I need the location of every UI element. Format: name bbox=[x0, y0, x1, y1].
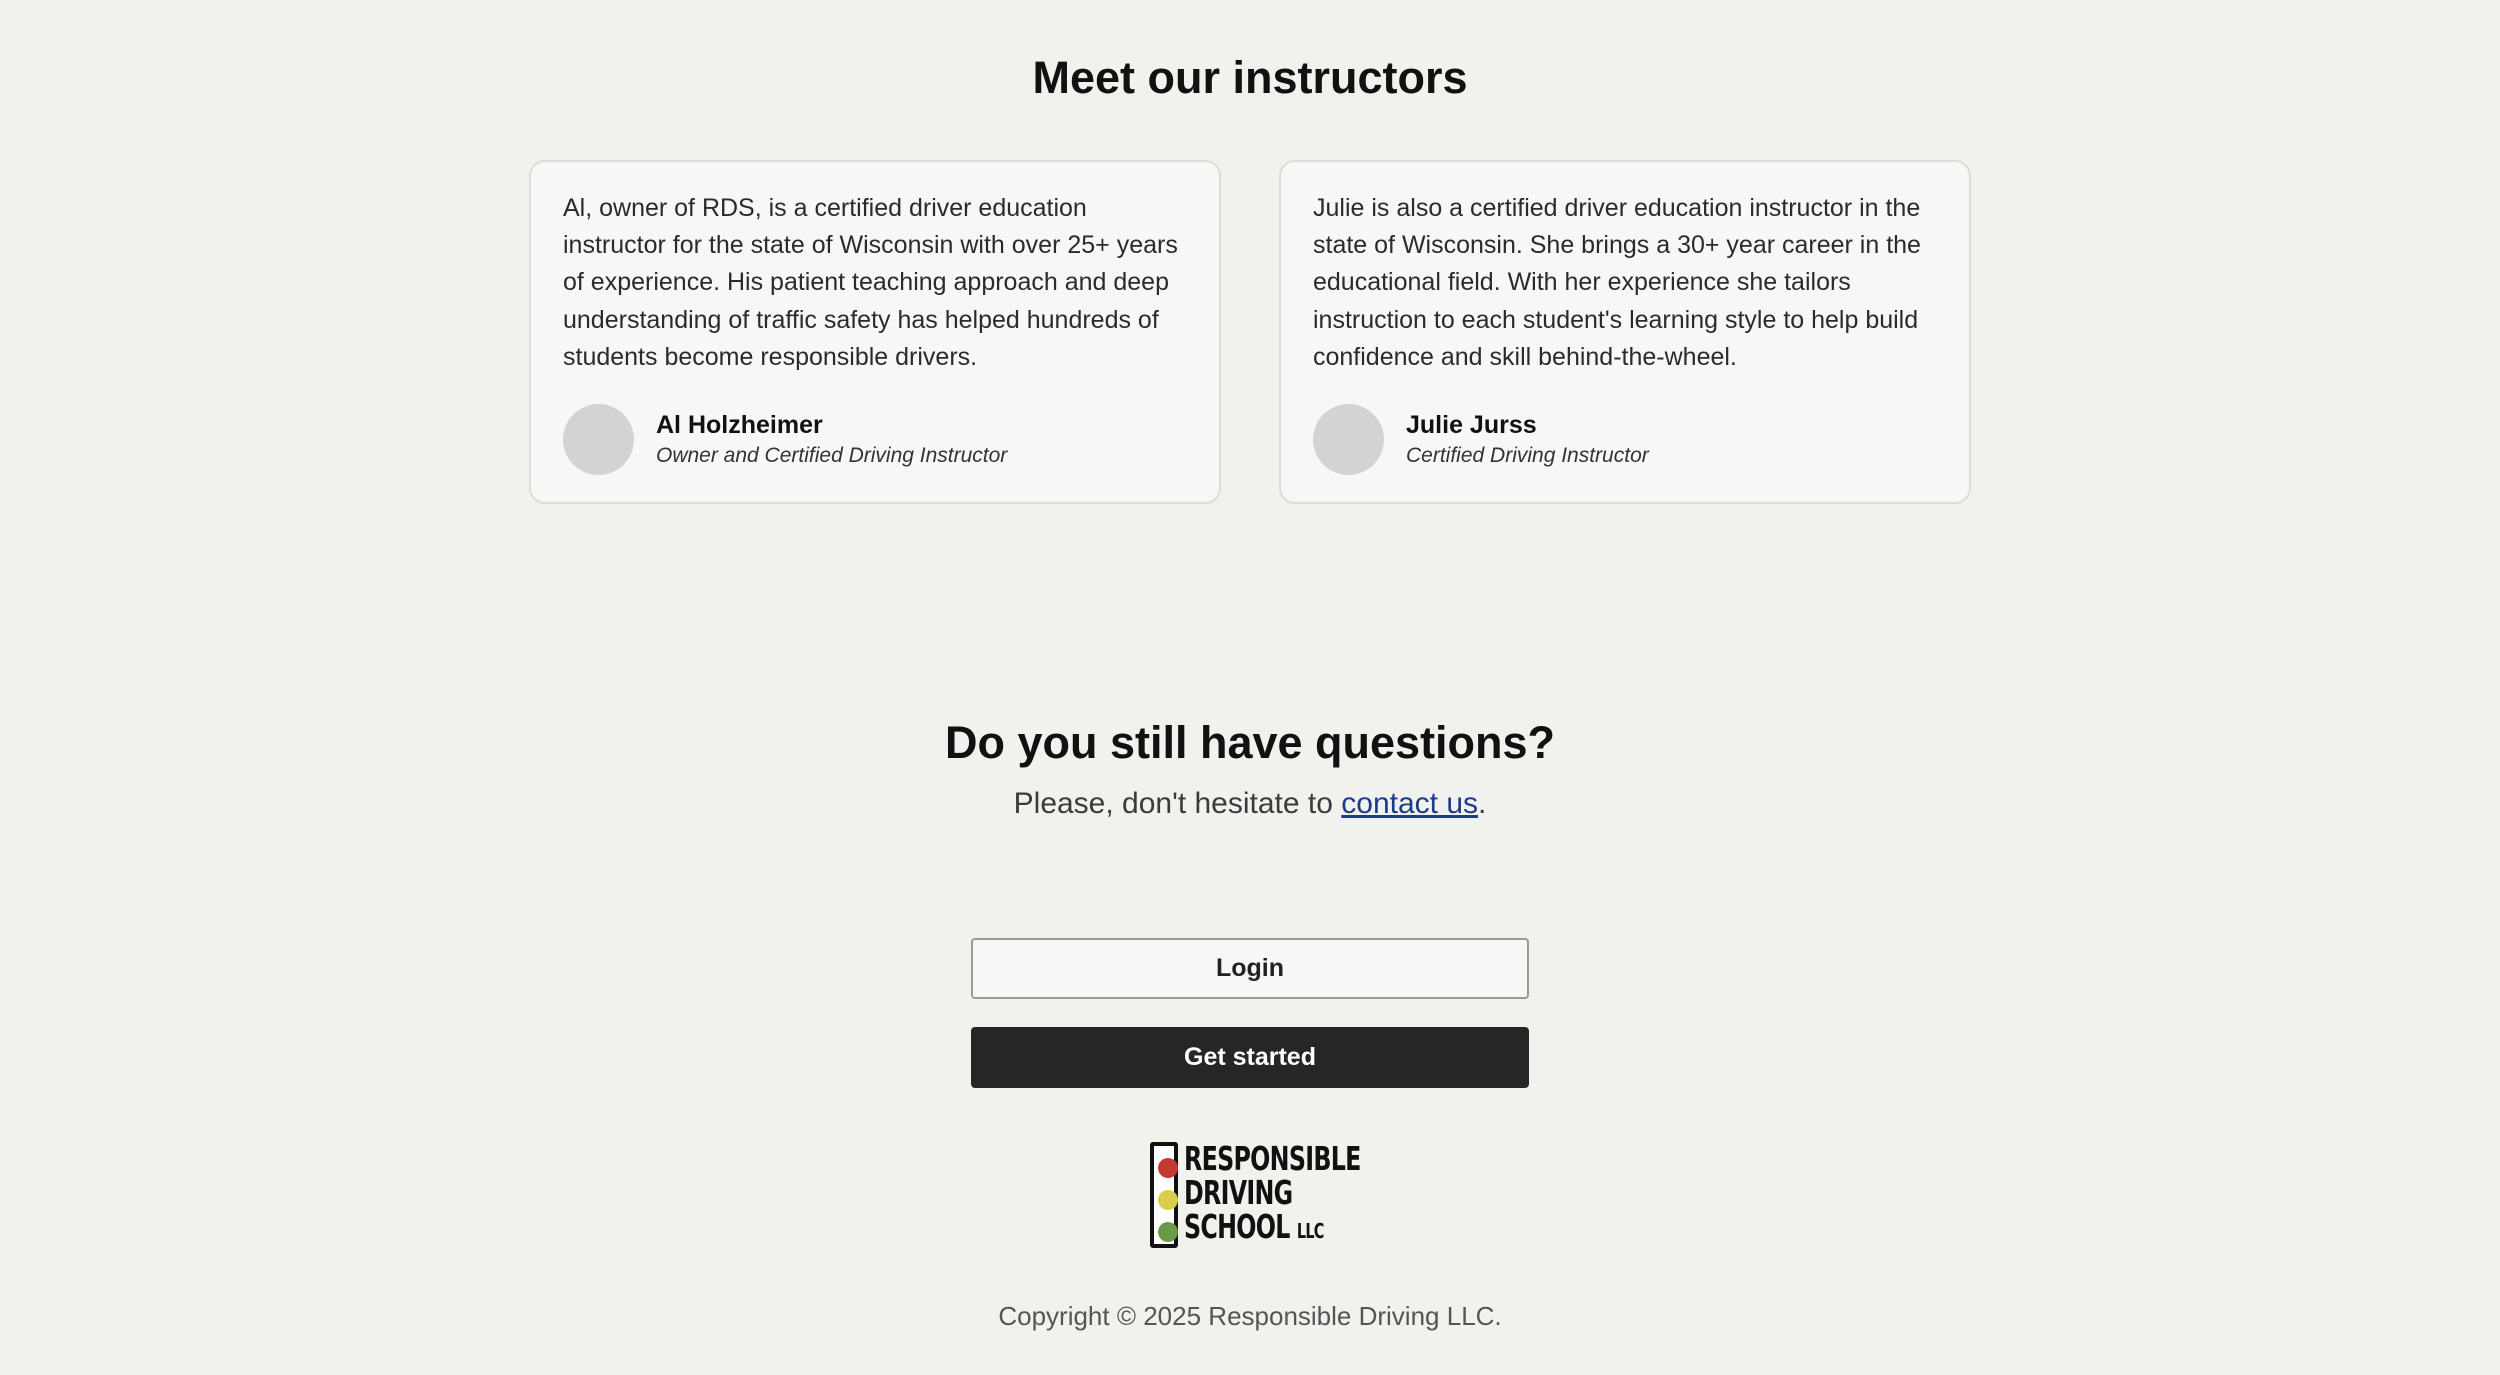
instructor-role: Certified Driving Instructor bbox=[1406, 443, 1649, 467]
instructor-name: Julie Jurss bbox=[1406, 410, 1537, 439]
questions-title: Do you still have questions? bbox=[944, 717, 1556, 768]
logo-line-2: DRIVING bbox=[1184, 1173, 1293, 1212]
instructor-card-julie: Julie is also a certified driver educati… bbox=[1279, 160, 1971, 504]
red-light-icon bbox=[1158, 1158, 1178, 1178]
copyright-text: Copyright © 2025 Responsible Driving LLC… bbox=[998, 1301, 1502, 1331]
logo-line-1: RESPONSIBLE bbox=[1184, 1139, 1361, 1178]
green-light-icon bbox=[1158, 1222, 1178, 1242]
avatar bbox=[1313, 404, 1384, 475]
page: Meet our instructors Al, owner of RDS, i… bbox=[0, 0, 2500, 1375]
instructors-title: Meet our instructors bbox=[1032, 52, 1468, 103]
instructor-card-al: Al, owner of RDS, is a certified driver … bbox=[529, 160, 1221, 504]
instructor-author: Julie Jurss Certified Driving Instructor bbox=[1313, 404, 1649, 475]
instructor-name: Al Holzheimer bbox=[656, 410, 823, 439]
questions-subtitle-text: Please, don't hesitate to bbox=[1013, 787, 1342, 820]
questions-subtitle: Please, don't hesitate to contact us. bbox=[0, 787, 2500, 821]
responsible-driving-school-logo: RESPONSIBLE DRIVING SCHOOL LLC bbox=[1150, 1142, 1361, 1252]
logo-suffix: LLC bbox=[1296, 1219, 1324, 1243]
author-info: Al Holzheimer Owner and Certified Drivin… bbox=[656, 409, 1007, 471]
logo-wordmark: RESPONSIBLE DRIVING SCHOOL LLC bbox=[1184, 1142, 1361, 1248]
logo-line-3: SCHOOL LLC bbox=[1184, 1210, 1361, 1248]
author-info: Julie Jurss Certified Driving Instructor bbox=[1406, 409, 1649, 471]
questions-subtitle-period: . bbox=[1478, 787, 1487, 820]
yellow-light-icon bbox=[1158, 1190, 1178, 1210]
instructor-role: Owner and Certified Driving Instructor bbox=[656, 443, 1008, 467]
get-started-button[interactable]: Get started bbox=[971, 1027, 1529, 1088]
instructor-author: Al Holzheimer Owner and Certified Drivin… bbox=[563, 404, 1007, 475]
instructor-bio: Al, owner of RDS, is a certified driver … bbox=[563, 194, 1178, 371]
avatar bbox=[563, 404, 634, 475]
traffic-light-icon bbox=[1150, 1142, 1178, 1248]
contact-us-link[interactable]: contact us bbox=[1341, 787, 1478, 820]
instructor-bio: Julie is also a certified driver educati… bbox=[1313, 194, 1921, 371]
logo-line-3-text: SCHOOL bbox=[1184, 1207, 1290, 1246]
login-button[interactable]: Login bbox=[971, 938, 1529, 999]
